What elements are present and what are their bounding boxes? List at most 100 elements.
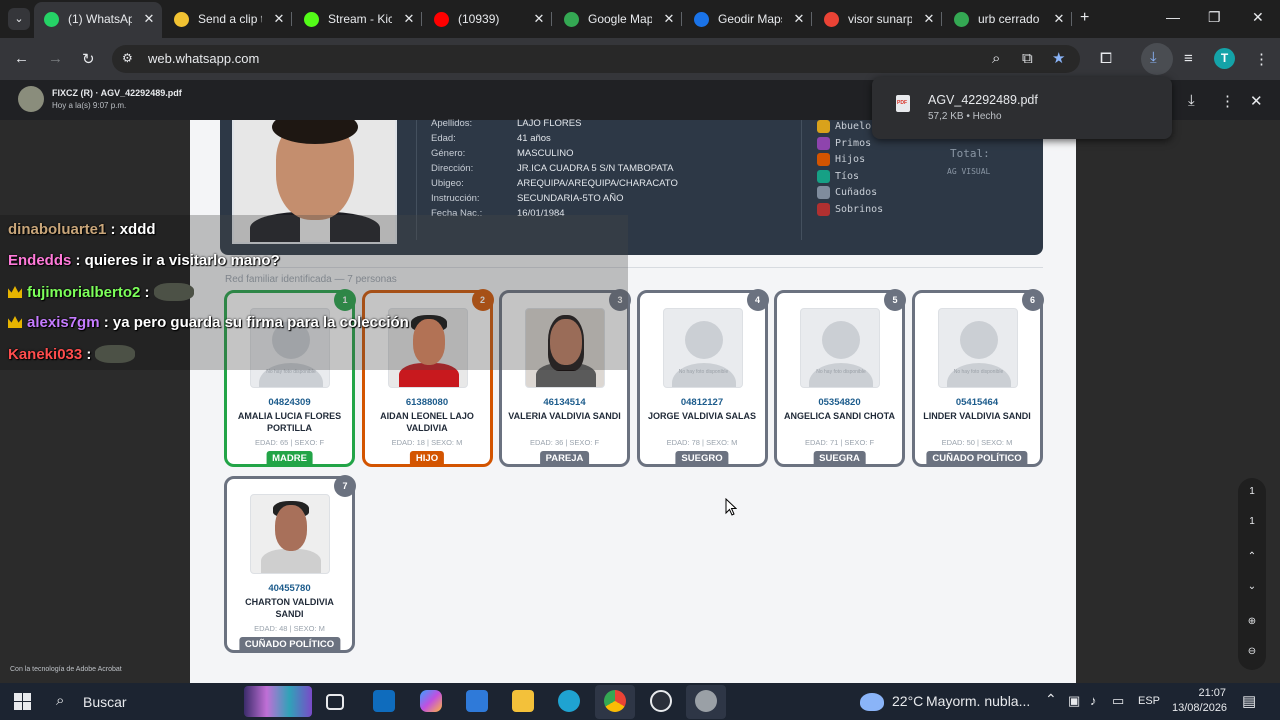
page-up-icon[interactable]: ⌃ [1238, 551, 1266, 562]
legend-label: Hijos [835, 154, 866, 165]
relationship-badge: MADRE [266, 451, 313, 466]
relative-card[interactable]: 7 40455780 CHARTON VALDIVIA SANDI EDAD: 48 … [224, 475, 356, 653]
search-icon[interactable]: ⌕ [56, 692, 64, 709]
microphone-icon[interactable]: ♪ [1090, 693, 1097, 708]
tab-close-icon[interactable]: ✕ [142, 2, 156, 36]
relationship-badge: PAREJA [539, 451, 590, 466]
weather-temp[interactable]: 22°C [892, 693, 923, 709]
relationship-badge: SUEGRO [675, 451, 729, 466]
close-window-button[interactable]: ✕ [1252, 9, 1264, 26]
network-icon[interactable]: ▭ [1112, 693, 1124, 709]
browser-tab[interactable]: (1) WhatsApp ✕ [34, 2, 162, 38]
extensions-icon[interactable]: ⧠ [1100, 50, 1112, 67]
browser-tab[interactable]: Stream - Kick ✕ [294, 4, 422, 34]
total-label: Total: [950, 147, 990, 160]
relative-card[interactable]: 6 No hay foto disponible 05415464 LINDER VA… [911, 289, 1044, 467]
placeholder-head [684, 321, 723, 359]
chat-message: fujimorialberto2 : [8, 283, 194, 301]
tab-separator [1071, 12, 1072, 26]
tab-close-icon[interactable]: ✕ [1052, 4, 1066, 34]
pdf-download-icon[interactable]: ⤓ [1188, 92, 1195, 109]
chrome-icon[interactable] [604, 690, 626, 712]
tab-close-icon[interactable]: ✕ [272, 4, 286, 34]
page-down-icon[interactable]: ⌄ [1238, 581, 1266, 592]
weather-icon[interactable] [860, 693, 884, 711]
browser-tab[interactable]: visor sunarp ✕ [814, 4, 942, 34]
outlook-icon[interactable] [373, 690, 395, 712]
cast-icon[interactable]: ⧉ [1022, 50, 1033, 67]
pdf-close-icon[interactable]: ✕ [1250, 92, 1263, 110]
emote-icon [95, 345, 136, 363]
browser-tab[interactable]: Geodir Maps ✕ [684, 4, 812, 34]
relative-card[interactable]: 5 No hay foto disponible 05354820 ANGELICA … [774, 289, 906, 467]
language-indicator[interactable]: ESP [1138, 695, 1160, 707]
tab-title: Geodir Maps [718, 12, 782, 26]
back-icon[interactable]: ← [14, 50, 29, 67]
field-value: MASCULINO [517, 148, 574, 159]
minimize-button[interactable]: — [1166, 9, 1180, 25]
tab-title: visor sunarp [848, 12, 912, 26]
app-icon[interactable] [695, 690, 717, 712]
weather-desc[interactable]: Mayorm. nubla... [926, 693, 1030, 709]
forward-icon[interactable]: → [48, 50, 63, 67]
tray-app-icon[interactable]: ▣ [1068, 693, 1080, 709]
zoom-in-icon[interactable]: ⊕ [1238, 616, 1266, 627]
tab-close-icon[interactable]: ✕ [922, 4, 936, 34]
relative-meta: EDAD: 36 | SEXO: F [529, 438, 600, 447]
field-label: Género: [431, 148, 466, 159]
widgets-icon[interactable] [244, 686, 312, 717]
no-photo-text: No hay foto disponible [816, 369, 866, 375]
legend-swatch [817, 186, 830, 199]
tab-close-icon[interactable]: ✕ [662, 4, 676, 34]
store-icon[interactable] [466, 690, 488, 712]
notifications-icon[interactable]: ▤ [1242, 692, 1256, 710]
start-icon[interactable] [14, 693, 31, 710]
tab-search-button[interactable]: ⌄ [8, 8, 30, 30]
taskbar-clock[interactable]: 21:07 13/08/2026 [1172, 686, 1227, 716]
tab-favicon-icon [694, 12, 709, 27]
tab-close-icon[interactable]: ✕ [532, 4, 546, 34]
menu-icon[interactable]: ⋮ [1254, 50, 1269, 68]
browser-tab[interactable]: (10939) ✕ [424, 4, 552, 34]
taskbar-search[interactable]: Buscar [83, 694, 127, 710]
browser-tab[interactable]: Send a clip to ✕ [164, 4, 292, 34]
zoom-out-icon[interactable]: ⊖ [1238, 646, 1266, 657]
legend-label: Cuñados [835, 187, 878, 198]
bookmark-star-icon[interactable]: ★ [1052, 49, 1065, 67]
tab-favicon-icon [564, 12, 579, 27]
tab-close-icon[interactable]: ✕ [402, 4, 416, 34]
download-info: 57,2 KB • Hecho [928, 111, 1002, 122]
edge-icon[interactable] [558, 690, 580, 712]
downloads-button[interactable] [1141, 43, 1173, 75]
relative-card[interactable]: 4 No hay foto disponible 04812127 JORGE VAL… [636, 289, 769, 467]
tab-close-icon[interactable]: ✕ [792, 4, 806, 34]
site-info-icon[interactable]: ⚙ [122, 51, 133, 65]
download-filename[interactable]: AGV_42292489.pdf [928, 93, 1038, 107]
relative-name: VALERIA VALDIVIA SANDI [508, 411, 621, 421]
field-value: JR.ICA CUADRA 5 S/N TAMBOPATA [517, 163, 674, 174]
browser-tab[interactable]: Google Maps ✕ [554, 4, 682, 34]
copilot-icon[interactable] [420, 690, 442, 712]
task-view-icon[interactable] [326, 694, 344, 710]
placeholder-body [809, 363, 873, 387]
info-divider-right [801, 120, 802, 240]
tray-chevron-icon[interactable]: ⌃ [1045, 691, 1057, 708]
zoom-icon[interactable]: ⌕ [992, 50, 1000, 67]
reload-icon[interactable]: ↻ [82, 50, 95, 68]
media-icon[interactable]: ≡ [1184, 50, 1193, 67]
pdf-menu-icon[interactable]: ⋮ [1220, 92, 1235, 110]
tab-favicon-icon [304, 12, 319, 27]
chat-username: alexis7gm [27, 314, 100, 331]
relative-name: LINDER VALDIVIA SANDI [923, 411, 1031, 421]
legend-swatch [817, 202, 830, 216]
maximize-button[interactable]: ❐ [1208, 9, 1221, 26]
new-tab-button[interactable]: + [1080, 9, 1089, 27]
tab-favicon-icon [44, 12, 59, 27]
placeholder-body [671, 363, 736, 387]
obs-icon[interactable] [650, 690, 672, 712]
browser-tab[interactable]: urb cerrado ✕ [944, 4, 1072, 34]
download-popup[interactable] [872, 77, 1172, 139]
field-label: Ubigeo: [431, 178, 464, 189]
profile-avatar[interactable]: T [1214, 48, 1235, 69]
file-explorer-icon[interactable] [512, 690, 534, 712]
